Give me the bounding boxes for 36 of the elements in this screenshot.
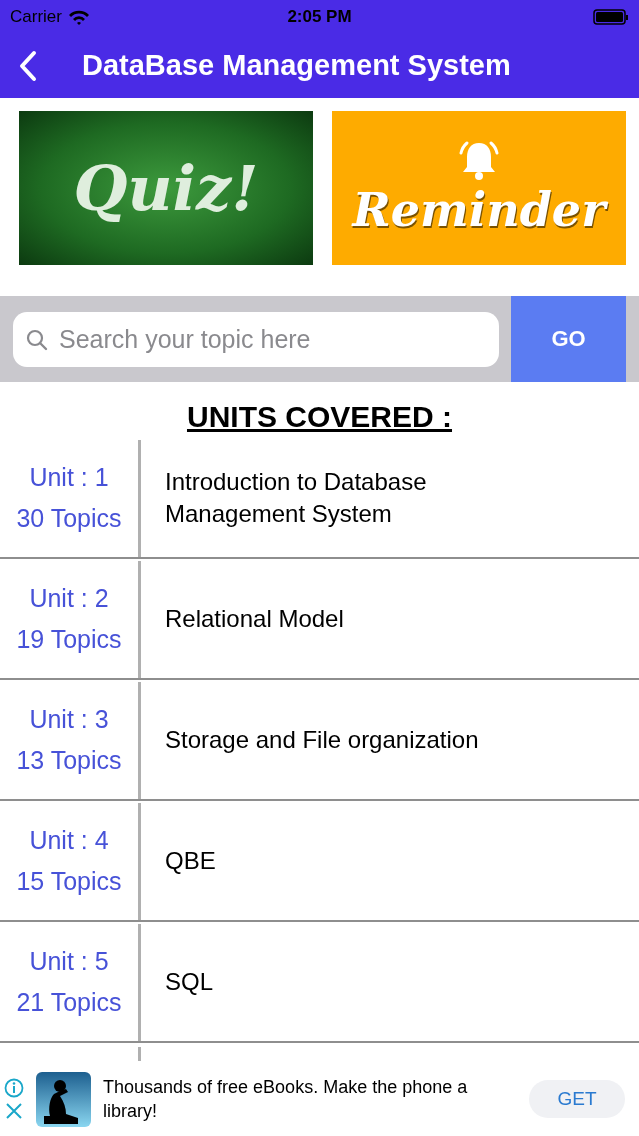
- wifi-icon: [67, 8, 90, 25]
- topic-count: 21 Topics: [16, 987, 122, 1017]
- ad-text: Thousands of free eBooks. Make the phone a library!: [103, 1075, 469, 1123]
- topic-count: 13 Topics: [16, 745, 122, 775]
- nav-title: DataBase Management System: [82, 49, 511, 82]
- get-button[interactable]: GET: [529, 1080, 625, 1118]
- topic-count: 30 Topics: [16, 503, 122, 533]
- unit-row[interactable]: Unit : 4 15 Topics QBE: [0, 801, 639, 922]
- unit-title: QBE: [165, 845, 216, 876]
- reader-silhouette-icon: [36, 1071, 91, 1127]
- unit-title: SQL: [165, 966, 214, 997]
- unit-row[interactable]: Unit : 2 19 Topics Relational Model: [0, 559, 639, 680]
- quiz-label: Quiz!: [73, 151, 259, 225]
- unit-number: Unit : 2: [29, 583, 109, 613]
- unit-number: Unit : 4: [29, 825, 109, 855]
- unit-row[interactable]: Unit : 3 13 Topics Storage and File organization: [0, 680, 639, 801]
- unit-number: Unit : 1: [29, 462, 109, 492]
- battery-icon: [593, 7, 629, 26]
- back-icon[interactable]: [18, 49, 38, 82]
- unit-title: Relational Model: [165, 603, 344, 634]
- topic-count: 19 Topics: [16, 624, 122, 654]
- unit-title: Storage and File organization: [165, 724, 479, 755]
- unit-number: Unit : 5: [29, 946, 109, 976]
- topic-count: 15 Topics: [16, 866, 122, 896]
- unit-title: Introduction to Database Management System: [165, 467, 428, 529]
- close-icon[interactable]: [4, 1102, 24, 1120]
- go-button[interactable]: GO: [511, 296, 626, 382]
- info-icon[interactable]: [4, 1078, 24, 1098]
- unit-row[interactable]: Unit : 5 21 Topics SQL: [0, 922, 639, 1043]
- carrier-label: Carrier: [10, 6, 62, 27]
- unit-number: Unit : 3: [29, 704, 109, 734]
- quiz-banner[interactable]: Quiz!: [19, 111, 313, 265]
- status-time: 2:05 PM: [287, 6, 352, 26]
- unit-row[interactable]: Unit : 1 30 Topics Introduction to Database Management System: [0, 438, 639, 559]
- search-field[interactable]: Search your topic here: [13, 311, 499, 367]
- units-heading: UNITS COVERED :: [187, 400, 452, 433]
